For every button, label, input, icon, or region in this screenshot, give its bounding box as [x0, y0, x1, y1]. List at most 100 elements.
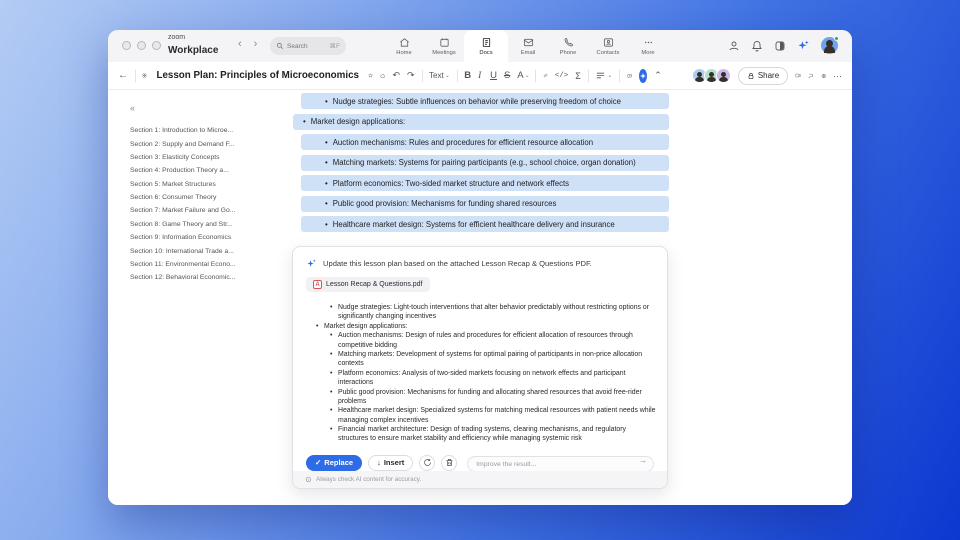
doc-row[interactable]: Healthcare market design: Systems for ef… — [301, 216, 669, 232]
profile-icon[interactable] — [728, 40, 740, 52]
insert-button[interactable]: ↓ Insert — [368, 454, 414, 471]
presence-online-dot — [834, 36, 839, 41]
doc-row[interactable]: Platform economics: Two-sided market str… — [301, 175, 669, 191]
ai-companion-button[interactable] — [639, 68, 648, 83]
tab-more[interactable]: More — [628, 30, 668, 62]
comment-icon[interactable] — [627, 70, 632, 82]
collaborator-avatars — [691, 68, 731, 83]
formula-sigma-button[interactable]: Σ — [575, 71, 581, 81]
cloud-saved-icon — [380, 73, 385, 78]
ai-companion-sparkle-icon[interactable] — [797, 39, 810, 52]
outline-item[interactable]: Section 6: Consumer Theory — [120, 191, 288, 204]
back-nav-icon[interactable]: ‹ — [238, 38, 242, 50]
ai-bullet: Platform economics: Analysis of two-side… — [330, 369, 658, 388]
list-format-dropdown[interactable]: ⌄ — [595, 70, 612, 81]
ai-bullet: Public good provision: Mechanisms for fu… — [330, 388, 658, 407]
ai-prompt-row: Update this lesson plan based on the att… — [306, 258, 654, 269]
attachment-chip[interactable]: A Lesson Recap & Questions.pdf — [306, 277, 430, 292]
tab-home[interactable]: Home — [384, 30, 424, 62]
tab-meetings[interactable]: Meetings — [424, 30, 464, 62]
ai-sparkle-icon — [307, 259, 316, 267]
app-tabs: Home Meetings Docs Email Phone Contacts — [384, 30, 668, 62]
link-icon[interactable] — [543, 70, 548, 81]
chevron-down-icon: ⌄ — [444, 73, 450, 79]
doc-row[interactable]: Market design applications: — [293, 113, 669, 130]
doc-row[interactable]: Nudge strategies: Subtle influences on b… — [301, 93, 669, 109]
strikethrough-button[interactable]: S — [504, 70, 510, 81]
tab-contacts[interactable]: Contacts — [588, 30, 628, 62]
text-color-button[interactable]: A ⌄ — [517, 70, 530, 81]
outline-item[interactable]: Section 1: Introduction to Microe... — [120, 124, 288, 137]
favorite-star-icon[interactable] — [368, 70, 373, 81]
home-icon — [399, 37, 409, 47]
doc-row[interactable]: Auction mechanisms: Rules and procedures… — [301, 134, 669, 150]
outline-item[interactable]: Section 11: Environmental Econo... — [120, 258, 288, 271]
regenerate-button[interactable] — [419, 454, 436, 471]
titlebar: zoom Workplace ‹ › Search ⌘F Home Meetin… — [108, 30, 852, 62]
outline-item[interactable]: Section 8: Game Theory and Str... — [120, 218, 288, 231]
outline-item[interactable]: Section 4: Production Theory a... — [120, 164, 288, 177]
code-block-button[interactable]: </> — [555, 72, 569, 80]
outline-item[interactable]: Section 10: International Trade a... — [120, 244, 288, 257]
global-search[interactable]: Search ⌘F — [270, 37, 346, 55]
chevron-down-icon: ⌄ — [607, 73, 613, 79]
search-shortcut: ⌘F — [329, 43, 340, 50]
outline-item[interactable]: Section 2: Supply and Demand F... — [120, 137, 288, 150]
doc-row[interactable]: Matching markets: Systems for pairing pa… — [301, 154, 669, 171]
collaborator-avatar[interactable] — [715, 68, 731, 83]
pdf-icon: A — [313, 280, 322, 289]
more-options-icon[interactable]: ··· — [833, 71, 842, 81]
bold-button[interactable]: B — [464, 70, 471, 81]
ai-bullet: Auction mechanisms: Design of rules and … — [330, 331, 658, 350]
tab-docs[interactable]: Docs — [464, 30, 508, 62]
titlebar-right-actions — [728, 36, 839, 54]
send-arrow-icon[interactable]: → — [639, 456, 647, 465]
outline-item[interactable]: Section 3: Elasticity Concepts — [120, 151, 288, 164]
improve-result-input[interactable] — [467, 456, 654, 473]
collapse-outline-icon[interactable]: « — [130, 103, 135, 113]
redo-icon[interactable]: ↷ — [407, 70, 415, 81]
globe-icon[interactable] — [821, 70, 826, 82]
video-camera-icon[interactable] — [795, 69, 801, 82]
chat-bubble-icon[interactable] — [808, 70, 813, 82]
theme-contrast-icon[interactable] — [774, 40, 786, 52]
document-workspace: « Section 1: Introduction to Microe... S… — [108, 90, 852, 505]
document-title: Lesson Plan: Principles of Microeconomic… — [156, 70, 359, 81]
arrow-down-icon: ↓ — [377, 458, 381, 468]
sparkle-icon — [640, 72, 647, 79]
minimize-window-button[interactable] — [137, 41, 146, 50]
forward-nav-icon[interactable]: › — [254, 38, 258, 50]
collapse-toolbar-icon[interactable]: ⌃ — [654, 70, 662, 81]
zoom-window-button[interactable] — [152, 41, 161, 50]
notifications-bell-icon[interactable] — [751, 40, 763, 52]
outline-item[interactable]: Section 9: Information Economics — [120, 231, 288, 244]
text-style-dropdown[interactable]: Text ⌄ — [429, 71, 450, 80]
email-icon — [523, 38, 533, 46]
replace-button[interactable]: ✓ Replace — [306, 454, 363, 471]
phone-icon — [564, 37, 573, 46]
tab-phone[interactable]: Phone — [548, 30, 588, 62]
zoom-workplace-window: zoom Workplace ‹ › Search ⌘F Home Meetin… — [108, 30, 852, 505]
docs-home-grid-icon[interactable] — [142, 70, 147, 81]
outline-item[interactable]: Section 12: Behavioral Economic... — [120, 271, 288, 284]
info-icon — [305, 476, 312, 483]
trash-icon — [446, 459, 453, 466]
underline-button[interactable]: U — [490, 70, 497, 81]
window-controls — [122, 41, 161, 50]
chevron-down-icon: ⌄ — [524, 73, 530, 79]
user-avatar[interactable] — [821, 36, 839, 54]
back-button[interactable]: ← — [118, 70, 128, 81]
outline-item[interactable]: Section 7: Market Failure and Go... — [120, 204, 288, 217]
doc-row[interactable]: Public good provision: Mechanisms for fu… — [301, 195, 669, 212]
tab-email[interactable]: Email — [508, 30, 548, 62]
ai-bullet: Market design applications: — [316, 322, 658, 332]
search-placeholder: Search — [287, 42, 308, 50]
discard-button[interactable] — [441, 454, 458, 471]
outline-item[interactable]: Section 5: Market Structures — [120, 178, 288, 191]
italic-button[interactable]: I — [478, 71, 483, 81]
ai-disclaimer-text: Always check AI content for accuracy. — [316, 476, 422, 483]
undo-icon[interactable]: ↶ — [392, 70, 400, 81]
close-window-button[interactable] — [122, 41, 131, 50]
ai-bullet: Healthcare market design: Specialized sy… — [330, 406, 658, 425]
share-button[interactable]: Share — [737, 66, 789, 85]
